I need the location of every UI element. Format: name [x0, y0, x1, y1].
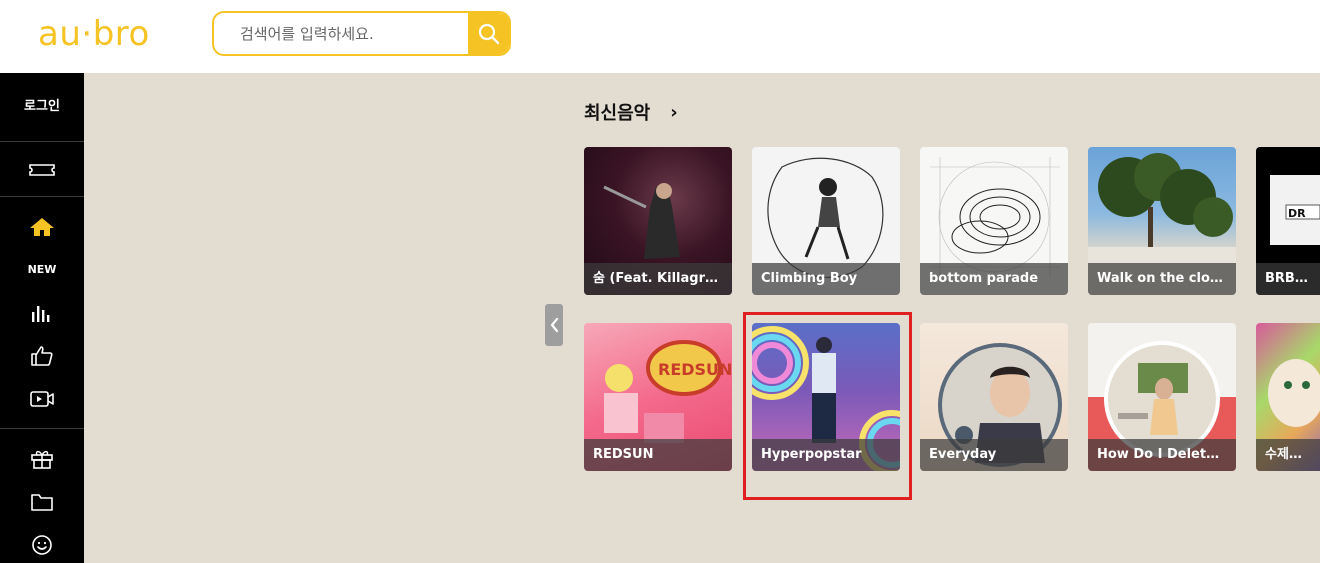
- album-tile[interactable]: bottom parade: [920, 147, 1068, 295]
- emoticon-button[interactable]: [0, 531, 84, 559]
- chevron-right-icon: ›: [670, 101, 678, 123]
- album-tile[interactable]: Hyperpopstar: [752, 323, 900, 471]
- album-tile[interactable]: Climbing Boy: [752, 147, 900, 295]
- album-title: 숨 (Feat. Killagra...: [584, 263, 732, 295]
- video-icon: [30, 391, 54, 407]
- video-button[interactable]: [0, 385, 84, 413]
- album-tile[interactable]: REDSUN REDSUN: [584, 323, 732, 471]
- album-title: Walk on the clou...: [1088, 263, 1236, 295]
- search-icon: [478, 23, 499, 44]
- chart-icon: [32, 306, 50, 322]
- search-box: [212, 11, 511, 56]
- search-button[interactable]: [468, 13, 509, 54]
- album-title: REDSUN: [584, 439, 732, 471]
- header: au·bro: [0, 0, 1320, 73]
- album-title: 수제버거: [1256, 439, 1320, 471]
- login-link[interactable]: 로그인: [0, 95, 84, 114]
- home-icon: [30, 218, 54, 236]
- ticket-icon: [29, 164, 55, 176]
- sidebar: 로그인 NEW: [0, 73, 84, 563]
- folder-button[interactable]: [0, 488, 84, 516]
- album-tile[interactable]: Everyday: [920, 323, 1068, 471]
- album-title: How Do I Delete...: [1088, 439, 1236, 471]
- svg-text:DR: DR: [1288, 207, 1306, 220]
- section-title: 최신음악: [584, 103, 651, 124]
- logo[interactable]: au·bro: [38, 14, 150, 54]
- album-tile[interactable]: 수제버거: [1256, 323, 1320, 471]
- chart-button[interactable]: [0, 299, 84, 327]
- album-title: BRB (Fea: [1256, 263, 1320, 295]
- album-tile[interactable]: Walk on the clou...: [1088, 147, 1236, 295]
- ticket-button[interactable]: [0, 156, 84, 184]
- album-title: Hyperpopstar: [752, 439, 900, 471]
- sidebar-divider: [0, 141, 84, 142]
- album-tile[interactable]: 숨 (Feat. Killagra...: [584, 147, 732, 295]
- chevron-left-icon: [550, 317, 559, 333]
- carousel-prev-button[interactable]: [545, 304, 563, 346]
- gift-button[interactable]: [0, 445, 84, 473]
- album-tile[interactable]: DR BRB (Fea: [1256, 147, 1320, 295]
- sidebar-divider: [0, 196, 84, 197]
- album-title: Everyday: [920, 439, 1068, 471]
- search-input[interactable]: [214, 13, 470, 54]
- like-button[interactable]: [0, 342, 84, 370]
- home-button[interactable]: [0, 213, 84, 241]
- thumbs-up-icon: [31, 346, 53, 366]
- new-link[interactable]: NEW: [0, 263, 84, 276]
- sidebar-divider: [0, 428, 84, 429]
- album-title: bottom parade: [920, 263, 1068, 295]
- svg-text:REDSUN: REDSUN: [658, 360, 732, 379]
- folder-icon: [31, 494, 53, 511]
- album-title: Climbing Boy: [752, 263, 900, 295]
- section-title-link[interactable]: 최신음악 ›: [584, 99, 678, 125]
- smile-icon: [32, 535, 52, 555]
- album-tile[interactable]: How Do I Delete...: [1088, 323, 1236, 471]
- gift-icon: [31, 450, 53, 469]
